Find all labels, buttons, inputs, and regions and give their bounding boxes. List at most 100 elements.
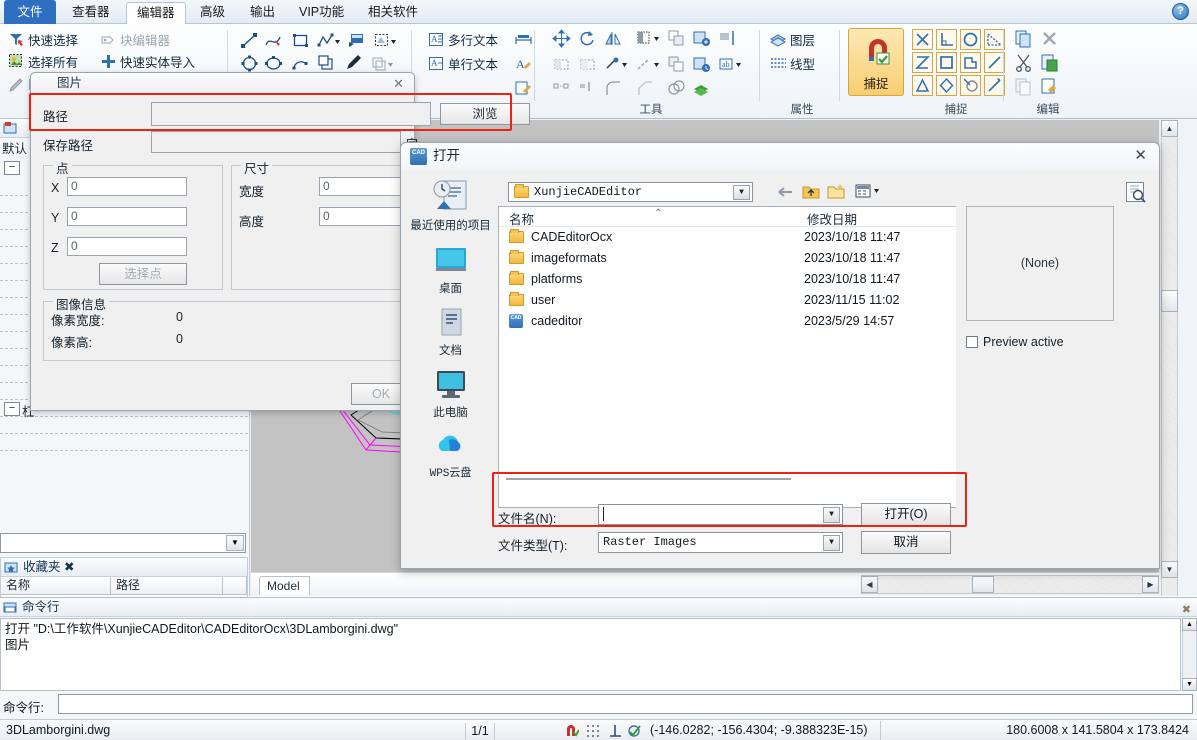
preview-toggle-icon[interactable] xyxy=(1123,180,1149,204)
tab-editor[interactable]: 编辑器 xyxy=(126,2,186,25)
ortho-status-icon[interactable] xyxy=(607,723,623,739)
ellipse-icon[interactable] xyxy=(264,54,282,71)
grid-status-icon[interactable] xyxy=(585,723,601,739)
spline-icon[interactable] xyxy=(264,31,281,48)
point-z-input[interactable]: 0 xyxy=(67,237,187,256)
fillet-icon[interactable] xyxy=(604,79,621,96)
scroll-left-button[interactable]: ◀ xyxy=(861,576,878,593)
favorites-col-extra[interactable] xyxy=(223,577,247,595)
help-icon[interactable]: ? xyxy=(1172,3,1189,20)
ribbon-select-all[interactable]: 选择所有 xyxy=(8,52,78,71)
group-icon[interactable] xyxy=(667,29,684,46)
snap-quadrant-icon[interactable] xyxy=(936,52,957,73)
column-header-name[interactable]: 名称 xyxy=(509,209,534,228)
ribbon-mtext[interactable]: A 多行文本 xyxy=(428,30,498,49)
tab-viewer[interactable]: 查看器 xyxy=(62,2,120,24)
align-right-icon[interactable] xyxy=(718,29,735,46)
snap-parallel-icon[interactable] xyxy=(984,52,1005,73)
file-list[interactable]: 名称 ⌃ 修改日期 CADEditorOcx 2023/10/18 11:47 … xyxy=(498,206,956,508)
add-layer-icon[interactable] xyxy=(692,79,709,96)
tab-advanced[interactable]: 高级 xyxy=(190,2,235,24)
paste-icon[interactable] xyxy=(1040,53,1059,72)
copy-entity-icon[interactable] xyxy=(317,54,334,71)
copy-dim-icon[interactable] xyxy=(1014,77,1033,96)
favorites-col-name[interactable]: 名称 xyxy=(1,577,111,595)
ribbon-quick-entity-import[interactable]: 快速实体导入 xyxy=(100,52,195,71)
snap-toggle-button[interactable]: 捕捉 xyxy=(848,28,904,96)
column-header-date[interactable]: 修改日期 xyxy=(807,209,857,228)
snap-node-icon[interactable] xyxy=(960,52,981,73)
snap-angle-icon[interactable] xyxy=(984,29,1005,50)
command-history-scrollbar[interactable]: ▲ ▼ xyxy=(1182,618,1197,691)
tab-related-software[interactable]: 相关软件 xyxy=(358,2,428,24)
file-row[interactable]: CAD cadeditor 2023/5/29 14:57 xyxy=(499,311,956,332)
mirror-icon[interactable] xyxy=(604,29,621,46)
place-recent-items[interactable]: 最近使用的项目 xyxy=(408,179,493,233)
file-row[interactable]: user 2023/11/15 11:02 xyxy=(499,290,956,311)
file-type-combo[interactable]: Raster Images ▼ xyxy=(598,532,843,553)
chamfer-icon[interactable] xyxy=(636,79,653,96)
snap-center-icon[interactable] xyxy=(960,29,981,50)
tab-vip[interactable]: VIP功能 xyxy=(289,2,354,24)
snap-nearest-icon[interactable] xyxy=(984,75,1005,96)
point-x-input[interactable]: 0 xyxy=(67,177,187,196)
chamfer-box-icon[interactable] xyxy=(552,79,569,96)
chevron-down-icon[interactable]: ▼ xyxy=(733,185,750,200)
close-icon[interactable]: ✕ xyxy=(393,77,404,90)
block-create-icon[interactable] xyxy=(692,29,710,46)
ribbon-linetype[interactable]: 线型 xyxy=(770,54,815,73)
ribbon-block-editor[interactable]: 块编辑器 xyxy=(100,30,170,49)
new-folder-icon[interactable] xyxy=(826,182,848,202)
snap-intersection-icon[interactable] xyxy=(912,29,933,50)
stretch-icon[interactable] xyxy=(552,55,569,72)
chevron-down-icon[interactable]: ▼ xyxy=(823,507,840,523)
file-name-input[interactable]: ▼ xyxy=(598,504,843,525)
tab-output[interactable]: 输出 xyxy=(240,2,285,24)
rectangle-icon[interactable] xyxy=(291,31,308,48)
model-tab[interactable]: Model xyxy=(259,576,310,595)
ribbon-text[interactable]: A 单行文本 xyxy=(428,54,498,73)
file-row[interactable]: imageformats 2023/10/18 11:47 xyxy=(499,248,956,269)
back-icon[interactable] xyxy=(776,183,798,203)
up-folder-icon[interactable] xyxy=(801,182,823,202)
file-row[interactable]: CADEditorOcx 2023/10/18 11:47 xyxy=(499,227,956,248)
break-icon[interactable] xyxy=(636,55,659,72)
command-history[interactable]: 打开 "D:\工作软件\XunjieCADEditor\CADEditorOcx… xyxy=(0,618,1181,691)
canvas-horizontal-scrollbar[interactable]: ◀ ▶ xyxy=(861,575,1159,594)
insert-block-icon[interactable] xyxy=(347,31,364,48)
canvas-vertical-scrollbar[interactable]: ▲ ▼ xyxy=(1161,120,1178,596)
tree-expander-2[interactable]: − xyxy=(4,402,20,416)
attribute-icon[interactable]: ab xyxy=(718,55,741,72)
cancel-button[interactable]: 取消 xyxy=(861,531,951,554)
copy-icon[interactable] xyxy=(1014,29,1033,48)
snap-insertion-icon[interactable] xyxy=(912,75,933,96)
file-row[interactable]: platforms 2023/10/18 11:47 xyxy=(499,269,956,290)
save-path-input[interactable] xyxy=(151,131,401,153)
osnap-status-icon[interactable] xyxy=(627,723,643,739)
scale-icon[interactable] xyxy=(578,55,595,72)
snap-apparent-icon[interactable] xyxy=(912,52,933,73)
explode-icon[interactable] xyxy=(370,54,393,71)
dimension-icon[interactable] xyxy=(514,31,532,48)
place-documents[interactable]: 文档 xyxy=(408,307,493,358)
text-style-icon[interactable]: A xyxy=(514,55,531,72)
ribbon-quick-select[interactable]: 快速选择 xyxy=(8,30,78,49)
block-edit2-icon[interactable] xyxy=(692,55,710,72)
rotate-icon[interactable] xyxy=(578,29,595,46)
favorites-col-path[interactable]: 路径 xyxy=(111,577,223,595)
pick-point-button[interactable]: 选择点 xyxy=(99,263,187,285)
snap-tangent-icon[interactable] xyxy=(960,75,981,96)
vertical-scroll-thumb[interactable] xyxy=(1161,290,1178,312)
snap-perpendicular-icon[interactable] xyxy=(936,29,957,50)
snap-midpoint-icon[interactable] xyxy=(936,75,957,96)
union-icon[interactable] xyxy=(667,79,685,96)
pen-icon[interactable] xyxy=(344,54,361,71)
tab-file[interactable]: 文件 xyxy=(4,0,56,24)
scroll-down-button[interactable]: ▼ xyxy=(1161,561,1178,578)
circle-icon[interactable] xyxy=(240,54,258,72)
match-properties-icon[interactable] xyxy=(1040,77,1059,96)
place-wps-cloud[interactable]: WPS云盘 xyxy=(408,431,493,480)
close-icon[interactable]: ✕ xyxy=(1134,148,1147,163)
look-in-combo[interactable]: XunjieCADEditor ▼ xyxy=(508,182,753,202)
chevron-down-icon[interactable]: ▼ xyxy=(823,535,840,551)
